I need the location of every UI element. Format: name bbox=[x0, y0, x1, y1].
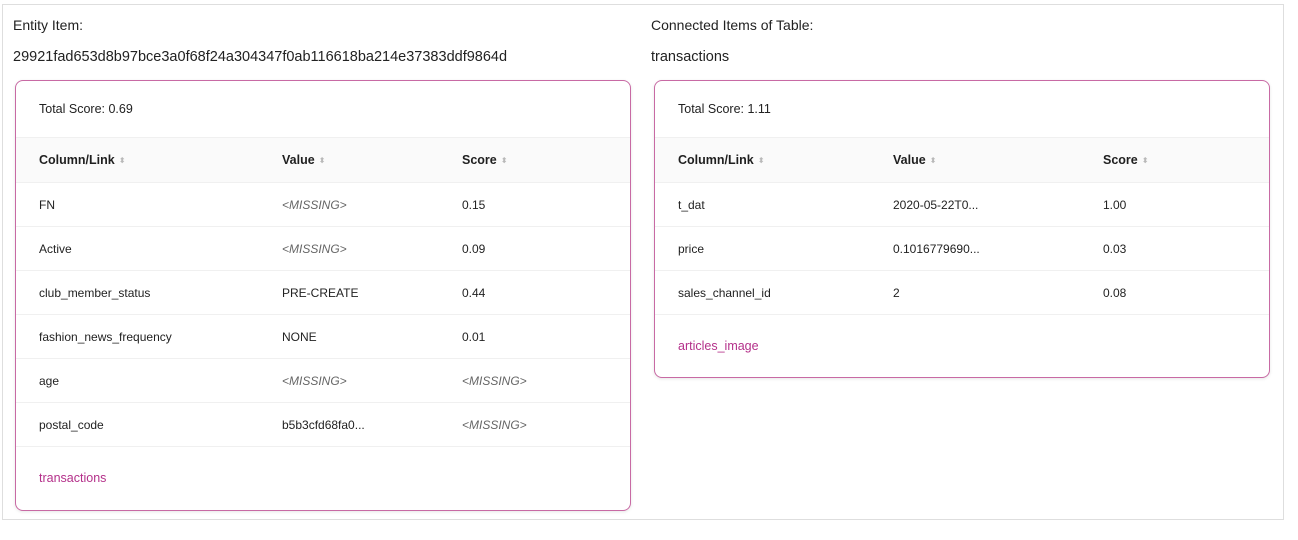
transactions-link[interactable]: transactions bbox=[39, 471, 106, 485]
sort-icon[interactable]: ⬍ bbox=[930, 156, 937, 165]
column-cell: Active bbox=[16, 226, 282, 271]
table-row: age <MISSING> <MISSING> bbox=[16, 358, 630, 403]
value-cell: <MISSING> bbox=[282, 358, 462, 403]
entity-card: Total Score: 0.69 Column/Link ⬍ Value ⬍ Sc… bbox=[15, 80, 631, 511]
value-cell: b5b3cfd68fa0... bbox=[282, 402, 462, 447]
entity-table-header: Column/Link ⬍ Value ⬍ Score ⬍ bbox=[16, 137, 630, 183]
sort-icon[interactable]: ⬍ bbox=[119, 156, 126, 165]
column-cell: age bbox=[16, 358, 282, 403]
table-row: Active <MISSING> 0.09 bbox=[16, 226, 630, 271]
column-cell: postal_code bbox=[16, 402, 282, 447]
table-row: FN <MISSING> 0.15 bbox=[16, 182, 630, 227]
entity-link-row: transactions bbox=[16, 447, 630, 509]
column-cell: FN bbox=[16, 182, 282, 227]
value-cell: 0.1016779690... bbox=[893, 226, 1103, 271]
score-cell: <MISSING> bbox=[462, 402, 630, 447]
connected-total-score: Total Score: 1.11 bbox=[678, 102, 771, 116]
entity-title: Entity Item: bbox=[13, 17, 84, 33]
score-header[interactable]: Score ⬍ bbox=[1103, 137, 1269, 183]
value-cell: 2 bbox=[893, 270, 1103, 315]
column-link-header[interactable]: Column/Link ⬍ bbox=[655, 137, 893, 183]
connected-card: Total Score: 1.11 Column/Link ⬍ Value ⬍ Sc… bbox=[654, 80, 1270, 378]
sort-icon[interactable]: ⬍ bbox=[501, 156, 508, 165]
value-cell: <MISSING> bbox=[282, 182, 462, 227]
entity-total-score: Total Score: 0.69 bbox=[39, 102, 133, 116]
column-cell: sales_channel_id bbox=[655, 270, 893, 315]
sort-icon[interactable]: ⬍ bbox=[758, 156, 765, 165]
connected-table-name: transactions bbox=[651, 49, 730, 65]
score-cell: 0.08 bbox=[1103, 270, 1269, 315]
column-link-label: Column/Link bbox=[39, 153, 115, 167]
column-cell: t_dat bbox=[655, 182, 893, 227]
column-cell: price bbox=[655, 226, 893, 271]
table-row: club_member_status PRE-CREATE 0.44 bbox=[16, 270, 630, 315]
score-label: Score bbox=[462, 153, 497, 167]
value-label: Value bbox=[893, 153, 926, 167]
main-frame: Entity Item: 29921fad653d8b97bce3a0f68f2… bbox=[2, 4, 1284, 520]
connected-table: Column/Link ⬍ Value ⬍ Score ⬍ t_dat 2020-05-… bbox=[655, 137, 1269, 315]
score-cell: 0.03 bbox=[1103, 226, 1269, 271]
column-cell: fashion_news_frequency bbox=[16, 314, 282, 359]
sort-icon[interactable]: ⬍ bbox=[1142, 156, 1149, 165]
table-row: sales_channel_id 2 0.08 bbox=[655, 270, 1269, 315]
value-cell: <MISSING> bbox=[282, 226, 462, 271]
score-header[interactable]: Score ⬍ bbox=[462, 137, 630, 183]
value-label: Value bbox=[282, 153, 315, 167]
value-header[interactable]: Value ⬍ bbox=[893, 137, 1103, 183]
sort-icon[interactable]: ⬍ bbox=[319, 156, 326, 165]
value-cell: PRE-CREATE bbox=[282, 270, 462, 315]
entity-id: 29921fad653d8b97bce3a0f68f24a304347f0ab1… bbox=[13, 49, 508, 65]
score-cell: 0.09 bbox=[462, 226, 630, 271]
score-cell: 0.44 bbox=[462, 270, 630, 315]
entity-table: Column/Link ⬍ Value ⬍ Score ⬍ FN <MISSING> 0.… bbox=[16, 137, 630, 447]
table-row: fashion_news_frequency NONE 0.01 bbox=[16, 314, 630, 359]
score-cell: 0.15 bbox=[462, 182, 630, 227]
score-label: Score bbox=[1103, 153, 1138, 167]
value-header[interactable]: Value ⬍ bbox=[282, 137, 462, 183]
score-cell: <MISSING> bbox=[462, 358, 630, 403]
table-row: postal_code b5b3cfd68fa0... <MISSING> bbox=[16, 402, 630, 447]
connected-title: Connected Items of Table: bbox=[651, 17, 814, 33]
connected-table-header: Column/Link ⬍ Value ⬍ Score ⬍ bbox=[655, 137, 1269, 183]
articles-image-link[interactable]: articles_image bbox=[678, 339, 759, 353]
column-cell: club_member_status bbox=[16, 270, 282, 315]
column-link-header[interactable]: Column/Link ⬍ bbox=[16, 137, 282, 183]
score-cell: 1.00 bbox=[1103, 182, 1269, 227]
score-cell: 0.01 bbox=[462, 314, 630, 359]
table-row: t_dat 2020-05-22T0... 1.00 bbox=[655, 182, 1269, 227]
value-cell: 2020-05-22T0... bbox=[893, 182, 1103, 227]
value-cell: NONE bbox=[282, 314, 462, 359]
connected-link-row: articles_image bbox=[655, 315, 1269, 377]
column-link-label: Column/Link bbox=[678, 153, 754, 167]
table-row: price 0.1016779690... 0.03 bbox=[655, 226, 1269, 271]
